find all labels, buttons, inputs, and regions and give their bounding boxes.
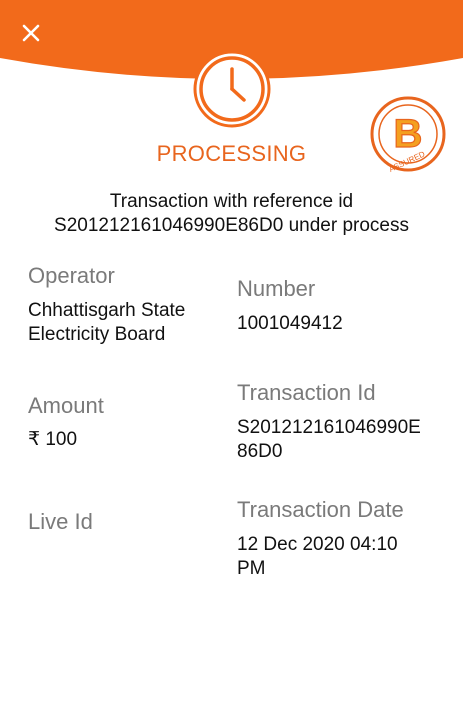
status-title: PROCESSING (156, 141, 307, 166)
status-message-line1: Transaction with reference id (109, 191, 354, 212)
status-message: Transaction with reference id S201212161… (0, 190, 463, 238)
transaction-date-value-line1: 12 Dec 2020 04:10 (237, 534, 398, 555)
number-label: Number (237, 276, 316, 301)
transaction-id-value: S201212161046990E 86D0 (237, 416, 421, 464)
transaction-date-label: Transaction Date (237, 497, 404, 522)
transaction-id-value-line2: 86D0 (237, 441, 283, 462)
amount-value: ₹ 100 (28, 429, 78, 450)
operator-value-line1: Chhattisgarh State (28, 300, 186, 321)
transaction-id-value-line1: S201212161046990E (237, 417, 421, 438)
status-message-line2: S201212161046990E86D0 under process (54, 215, 409, 236)
transaction-date-value: 12 Dec 2020 04:10 PM (237, 533, 398, 581)
operator-value-line2: Electricity Board (28, 324, 166, 345)
number-value: 1001049412 (237, 313, 343, 334)
clock-icon (193, 50, 271, 128)
amount-label: Amount (28, 393, 104, 418)
close-icon (22, 24, 40, 42)
transaction-id-label: Transaction Id (237, 380, 376, 405)
operator-value: Chhattisgarh State Electricity Board (28, 299, 185, 347)
close-button[interactable] (14, 16, 48, 50)
live-id-label: Live Id (28, 509, 93, 534)
operator-label: Operator (28, 263, 115, 288)
transaction-date-value-line2: PM (237, 558, 266, 579)
